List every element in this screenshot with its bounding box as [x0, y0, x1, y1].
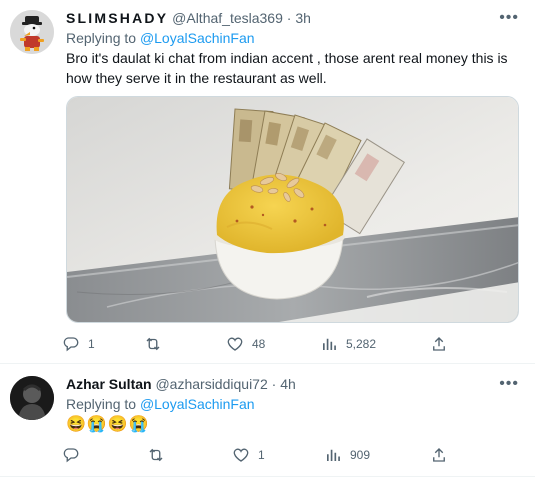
author-handle[interactable]: @Althaf_tesla369 — [172, 10, 283, 26]
separator-dot: · — [286, 10, 292, 26]
separator-dot: · — [271, 376, 277, 392]
share-icon — [433, 448, 445, 462]
share-button[interactable] — [430, 334, 448, 354]
more-horizontal-icon[interactable]: ••• — [499, 9, 519, 27]
reply-icon — [63, 448, 79, 463]
retweet-button[interactable] — [144, 334, 170, 354]
replying-to-mention[interactable]: @LoyalSachinFan — [140, 396, 255, 412]
views-icon — [323, 338, 336, 350]
tweet[interactable]: Azhar Sultan @azharsiddiqui72 · 4h ••• R… — [0, 364, 535, 477]
author-name[interactable]: SLIMSHADY — [66, 10, 168, 26]
retweet-icon — [146, 337, 160, 351]
like-button[interactable]: 1 — [232, 445, 265, 465]
replying-to-label: Replying to — [66, 30, 137, 46]
author-name[interactable]: Azhar Sultan — [66, 376, 152, 392]
replying-to: Replying to @LoyalSachinFan — [66, 395, 255, 413]
replying-to-mention[interactable]: @LoyalSachinFan — [140, 30, 255, 46]
replying-to-label: Replying to — [66, 396, 137, 412]
avatar[interactable] — [10, 10, 54, 54]
retweet-icon — [149, 448, 163, 462]
timestamp[interactable]: 3h — [295, 10, 311, 26]
timestamp[interactable]: 4h — [280, 376, 296, 392]
tweet-header: SLIMSHADY @Althaf_tesla369 · 3h — [66, 9, 495, 27]
tweet-actions: 1 909 — [62, 445, 462, 465]
reply-button[interactable]: 1 — [62, 334, 95, 354]
more-horizontal-icon[interactable]: ••• — [499, 375, 519, 393]
heart-icon — [227, 337, 243, 351]
views-button[interactable]: 5,282 — [320, 334, 376, 354]
reply-icon — [63, 337, 79, 352]
avatar[interactable] — [10, 376, 54, 420]
tweet-text: Bro it's daulat ki chat from indian acce… — [66, 50, 508, 86]
tweet-text: 😆😭😆😭 — [66, 416, 150, 433]
tweet-media-image[interactable] — [66, 96, 519, 323]
views-count: 5,282 — [346, 337, 377, 351]
share-button[interactable] — [430, 445, 448, 465]
reply-button[interactable] — [62, 445, 88, 465]
views-count: 909 — [350, 448, 371, 462]
retweet-button[interactable] — [147, 445, 173, 465]
author-handle[interactable]: @azharsiddiqui72 — [155, 376, 267, 392]
views-button[interactable]: 909 — [324, 445, 370, 465]
like-button[interactable]: 48 — [226, 334, 265, 354]
tweet[interactable]: SLIMSHADY @Althaf_tesla369 · 3h ••• Repl… — [0, 0, 535, 364]
like-count: 1 — [258, 448, 265, 462]
replying-to: Replying to @LoyalSachinFan — [66, 29, 255, 47]
like-count: 48 — [252, 337, 266, 351]
tweet-header: Azhar Sultan @azharsiddiqui72 · 4h — [66, 375, 495, 393]
tweet-actions: 1 48 5,282 — [62, 334, 462, 354]
views-icon — [327, 449, 340, 461]
heart-icon — [233, 448, 249, 462]
reply-count: 1 — [88, 337, 95, 351]
share-icon — [433, 337, 445, 351]
